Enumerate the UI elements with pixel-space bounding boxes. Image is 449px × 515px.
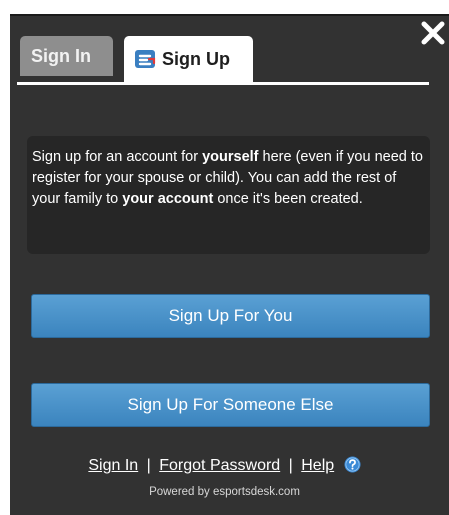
tab-sign-up-label: Sign Up xyxy=(162,48,230,69)
help-link[interactable]: Help xyxy=(301,457,334,474)
info-bold-your-account: your account xyxy=(122,191,214,207)
help-question-icon[interactable] xyxy=(344,456,361,473)
sign-in-link[interactable]: Sign In xyxy=(88,457,138,474)
sign-up-for-someone-else-label: Sign Up For Someone Else xyxy=(127,395,334,414)
powered-by-text: Powered by esportsdesk.com xyxy=(149,486,300,498)
signup-info-box: Sign up for an account for yourself here… xyxy=(27,136,430,254)
tab-sign-in[interactable]: Sign In xyxy=(20,36,113,76)
sign-up-for-someone-else-button[interactable]: Sign Up For Someone Else xyxy=(31,383,430,427)
sign-up-for-you-label: Sign Up For You xyxy=(168,306,293,325)
footer-separator: | xyxy=(288,457,293,474)
footer-separator: | xyxy=(146,457,151,474)
auth-tabs: Sign In Sign Up xyxy=(17,26,429,88)
footer-links: Sign In | Forgot Password | Help xyxy=(0,456,449,475)
esportsdesk-logo-icon xyxy=(135,50,156,68)
forgot-password-link[interactable]: Forgot Password xyxy=(159,457,280,474)
sign-up-for-you-button[interactable]: Sign Up For You xyxy=(31,294,430,338)
tab-sign-in-label: Sign In xyxy=(31,45,91,66)
info-text-3: once it's been created. xyxy=(213,191,363,207)
info-text-1: Sign up for an account for xyxy=(32,149,203,165)
tab-sign-up[interactable]: Sign Up xyxy=(124,36,253,82)
info-bold-yourself: yourself xyxy=(202,149,259,165)
signup-panel xyxy=(10,14,449,515)
tab-underline xyxy=(17,82,429,85)
